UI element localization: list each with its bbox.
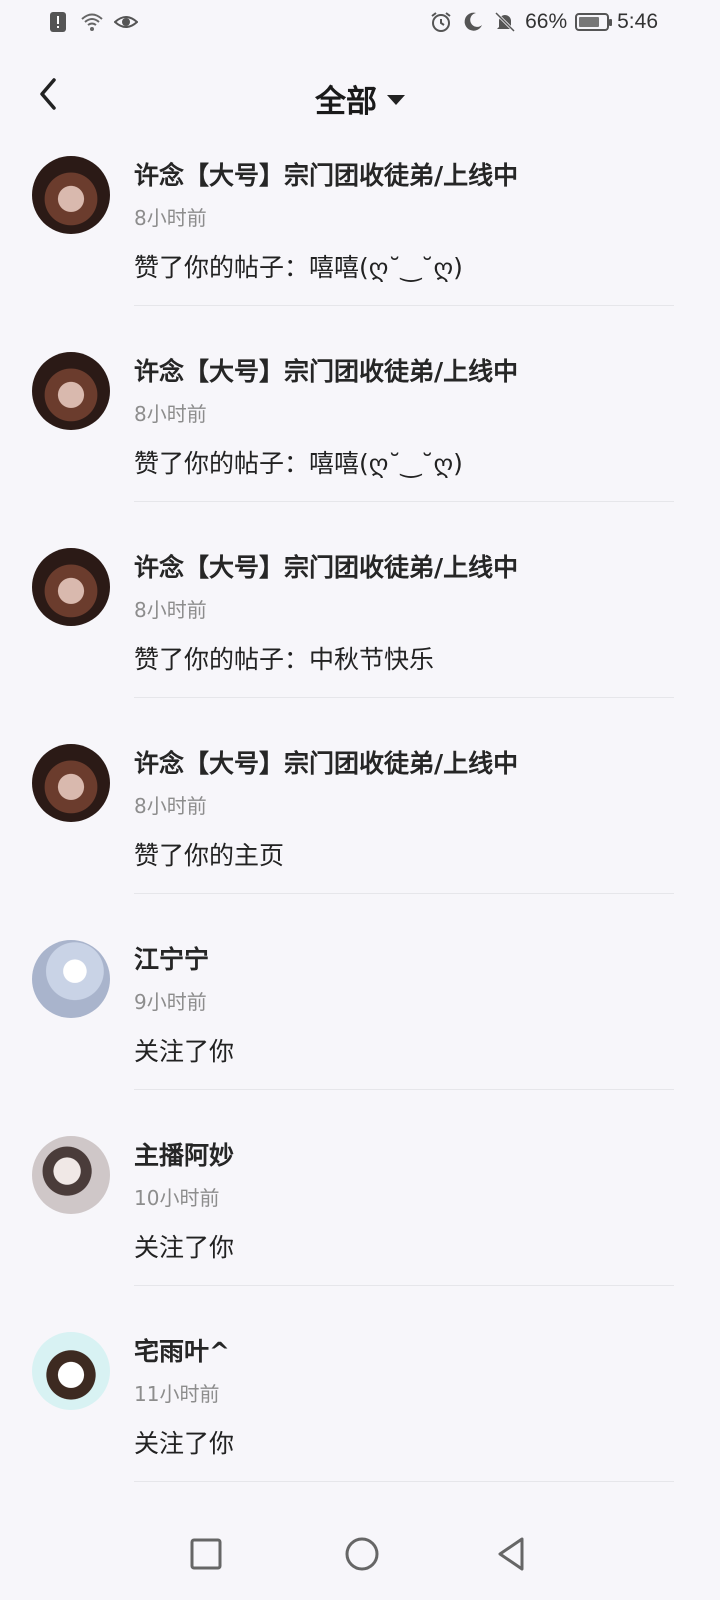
action-text: 关注了你 xyxy=(134,1233,235,1262)
timestamp: 8小时前 xyxy=(134,402,207,426)
circle-home-icon xyxy=(345,1537,379,1571)
status-right: 66% 5:46 xyxy=(429,10,658,34)
user-name[interactable]: 主播阿妙 xyxy=(134,1136,234,1172)
action-text: 关注了你 xyxy=(134,1037,235,1066)
divider xyxy=(134,893,674,894)
action-text: 关注了你 xyxy=(134,1429,235,1458)
divider xyxy=(134,1285,674,1286)
action-text: 赞了你的帖子：嘻嘻(ღ˘‿˘ღ) xyxy=(134,449,463,478)
timestamp: 8小时前 xyxy=(134,598,207,622)
eye-icon xyxy=(114,16,138,28)
notification-item[interactable]: 许念【大号】宗门团收徒弟/上线中 8小时前 赞了你的帖子：嘻嘻(ღ˘‿˘ღ) xyxy=(0,140,720,336)
avatar[interactable] xyxy=(32,744,110,822)
recents-button[interactable] xyxy=(186,1534,226,1574)
page-title: 全部 xyxy=(315,84,377,120)
divider xyxy=(134,1089,674,1090)
user-name[interactable]: 江宁宁 xyxy=(134,940,209,976)
notification-item[interactable]: 江宁宁 9小时前 关注了你 xyxy=(0,924,720,1120)
notification-item[interactable]: 主播阿妙 10小时前 关注了你 xyxy=(0,1120,720,1316)
timestamp: 10小时前 xyxy=(134,1186,220,1210)
user-name[interactable]: 许念【大号】宗门团收徒弟/上线中 xyxy=(134,744,518,780)
notification-item[interactable]: 许念【大号】宗门团收徒弟/上线中 8小时前 赞了你的主页 xyxy=(0,728,720,924)
system-nav-bar xyxy=(0,1512,720,1600)
notification-item[interactable]: 宅雨叶^ 11小时前 关注了你 xyxy=(0,1316,720,1512)
caret-down-icon xyxy=(387,94,405,105)
nav-back-button[interactable] xyxy=(492,1534,532,1574)
user-name[interactable]: 宅雨叶^ xyxy=(134,1332,230,1368)
action-text: 赞了你的主页 xyxy=(134,841,285,870)
square-recents-icon xyxy=(190,1538,222,1570)
alarm-icon xyxy=(431,12,451,32)
timestamp: 9小时前 xyxy=(134,990,207,1014)
divider xyxy=(134,1481,674,1482)
avatar[interactable] xyxy=(32,1136,110,1214)
action-text: 赞了你的帖子：嘻嘻(ღ˘‿˘ღ) xyxy=(134,253,463,282)
triangle-back-icon xyxy=(498,1537,524,1571)
status-left xyxy=(46,10,138,34)
filter-dropdown[interactable]: 全部 xyxy=(0,76,720,121)
battery-percent: 66% xyxy=(525,10,568,33)
avatar[interactable] xyxy=(32,156,110,234)
notification-list: 许念【大号】宗门团收徒弟/上线中 8小时前 赞了你的帖子：嘻嘻(ღ˘‿˘ღ) 许… xyxy=(0,140,720,1512)
timestamp: 8小时前 xyxy=(134,206,207,230)
avatar[interactable] xyxy=(32,1332,110,1410)
divider xyxy=(134,305,674,306)
divider xyxy=(134,501,674,502)
clock: 5:46 xyxy=(617,10,658,33)
bell-off-icon xyxy=(495,11,516,33)
battery-icon xyxy=(575,13,613,31)
header: 全部 xyxy=(0,60,720,130)
divider xyxy=(134,697,674,698)
user-name[interactable]: 许念【大号】宗门团收徒弟/上线中 xyxy=(134,352,518,388)
notification-item[interactable]: 许念【大号】宗门团收徒弟/上线中 8小时前 赞了你的帖子：中秋节快乐 xyxy=(0,532,720,728)
avatar[interactable] xyxy=(32,548,110,626)
notification-item[interactable]: 许念【大号】宗门团收徒弟/上线中 8小时前 赞了你的帖子：嘻嘻(ღ˘‿˘ღ) xyxy=(0,336,720,532)
status-bar: 66% 5:46 xyxy=(0,0,720,48)
user-name[interactable]: 许念【大号】宗门团收徒弟/上线中 xyxy=(134,156,518,192)
home-button[interactable] xyxy=(342,1534,382,1574)
timestamp: 11小时前 xyxy=(134,1382,220,1406)
user-name[interactable]: 许念【大号】宗门团收徒弟/上线中 xyxy=(134,548,518,584)
wifi-icon xyxy=(81,13,103,31)
avatar[interactable] xyxy=(32,352,110,430)
action-text: 赞了你的帖子：中秋节快乐 xyxy=(134,645,435,674)
timestamp: 8小时前 xyxy=(134,794,207,818)
alert-icon xyxy=(50,12,66,32)
moon-icon xyxy=(464,12,483,31)
avatar[interactable] xyxy=(32,940,110,1018)
